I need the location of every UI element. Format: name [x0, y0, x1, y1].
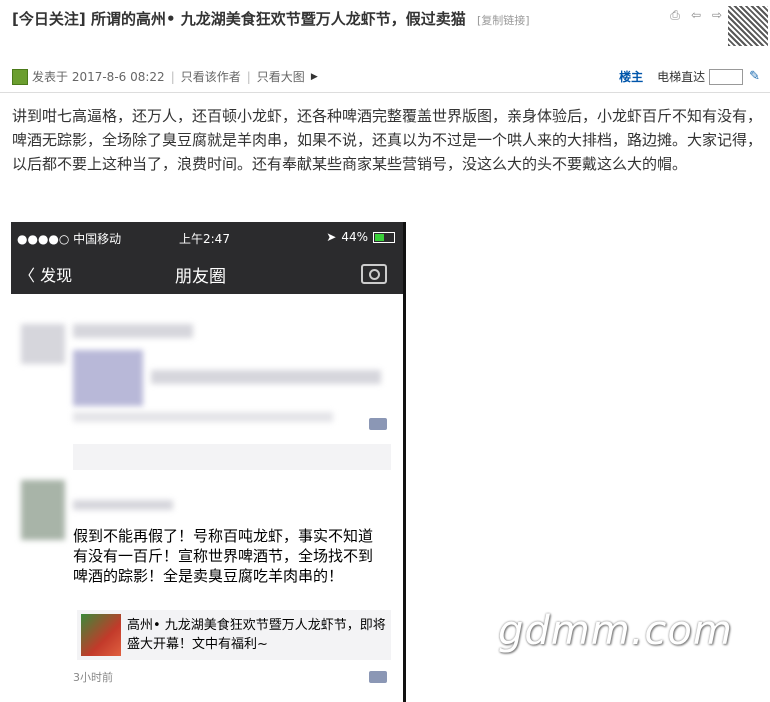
post-meta: 发表于 2017-8-6 08:22 | 只看该作者 | 只看大图 ▶ — [12, 68, 318, 85]
blurred-avatar — [21, 324, 65, 364]
prev-thread-icon[interactable]: ⇦ — [689, 8, 703, 22]
thread-title: [今日关注] 所谓的高州• 九龙湖美食狂欢节暨万人龙虾节，假过卖猫 [复制链接] — [12, 8, 530, 29]
post-body: 讲到咁七高逼格，还万人，还百顿小龙虾，还各种啤酒完整覆盖世界版图，亲身体验后，小… — [12, 107, 763, 173]
location-icon: ➤ — [326, 230, 337, 244]
site-watermark: gdmm.com — [498, 608, 733, 654]
wechat-screenshot: ●●●●○ 中国移动 上午2:47 ➤ 44% 〈 发现 朋友圈 假到不能再假了… — [11, 222, 403, 702]
back-button: 〈 发现 — [19, 266, 73, 285]
title-text: 所谓的高州• 九龙湖美食狂欢节暨万人龙虾节，假过卖猫 — [90, 10, 466, 28]
only-images-link[interactable]: 只看大图 — [257, 68, 305, 85]
print-icon[interactable]: ⎙ — [668, 8, 682, 22]
blurred-name — [73, 324, 193, 338]
play-triangle-icon[interactable]: ▶ — [311, 72, 318, 82]
camera-icon — [361, 264, 387, 284]
qr-code-icon[interactable] — [728, 6, 768, 46]
comment-icon — [369, 418, 387, 430]
shared-link-card: 高州• 九龙湖美食狂欢节暨万人龙虾节，即将盛大开幕！文中有福利~ — [77, 610, 391, 660]
battery-percent: 44% — [341, 230, 368, 244]
battery-area: ➤ 44% — [326, 230, 395, 244]
blurred-text — [73, 412, 333, 422]
only-author-link[interactable]: 只看该作者 — [181, 68, 241, 85]
floor-controls: 楼主 电梯直达 ✎ — [619, 68, 760, 85]
blurred-image — [73, 350, 143, 406]
phone-status-bar: ●●●●○ 中国移动 上午2:47 ➤ 44% — [11, 222, 403, 252]
blurred-comment — [73, 444, 391, 470]
post-date: 发表于 2017-8-6 08:22 — [32, 70, 165, 84]
wechat-navbar: 〈 发现 朋友圈 — [11, 252, 403, 294]
divider — [0, 92, 770, 93]
copy-link-button[interactable]: [复制链接] — [477, 14, 530, 27]
louzhu-label: 楼主 — [619, 70, 644, 84]
phone-time: 上午2:47 — [179, 232, 230, 246]
time-ago: 3小时前 — [73, 671, 113, 684]
title-tag[interactable]: [今日关注] — [12, 10, 86, 28]
blurred-avatar — [21, 480, 65, 540]
moments-title: 朋友圈 — [175, 267, 226, 287]
goto-floor-label: 电梯直达 — [657, 70, 706, 84]
battery-icon — [373, 231, 395, 243]
blurred-text — [151, 370, 381, 384]
next-thread-icon[interactable]: ⇨ — [710, 8, 724, 22]
screenshot-edge — [403, 222, 406, 702]
carrier-label: ●●●●○ 中国移动 — [17, 232, 122, 246]
blurred-name — [73, 500, 173, 510]
go-floor-icon[interactable]: ✎ — [749, 69, 760, 84]
link-title: 高州• 九龙湖美食狂欢节暨万人龙虾节，即将盛大开幕！文中有福利~ — [127, 618, 386, 652]
title-toolbar: ⎙ ⇦ ⇨ — [668, 8, 724, 22]
online-status-icon — [12, 68, 28, 85]
moment-text: 假到不能再假了！号称百吨龙虾，事实不知道有没有一百斤！宣称世界啤酒节，全场找不到… — [73, 527, 374, 585]
comment-icon — [369, 671, 387, 683]
crayfish-thumbnail — [81, 614, 121, 656]
floor-input[interactable] — [709, 68, 744, 85]
